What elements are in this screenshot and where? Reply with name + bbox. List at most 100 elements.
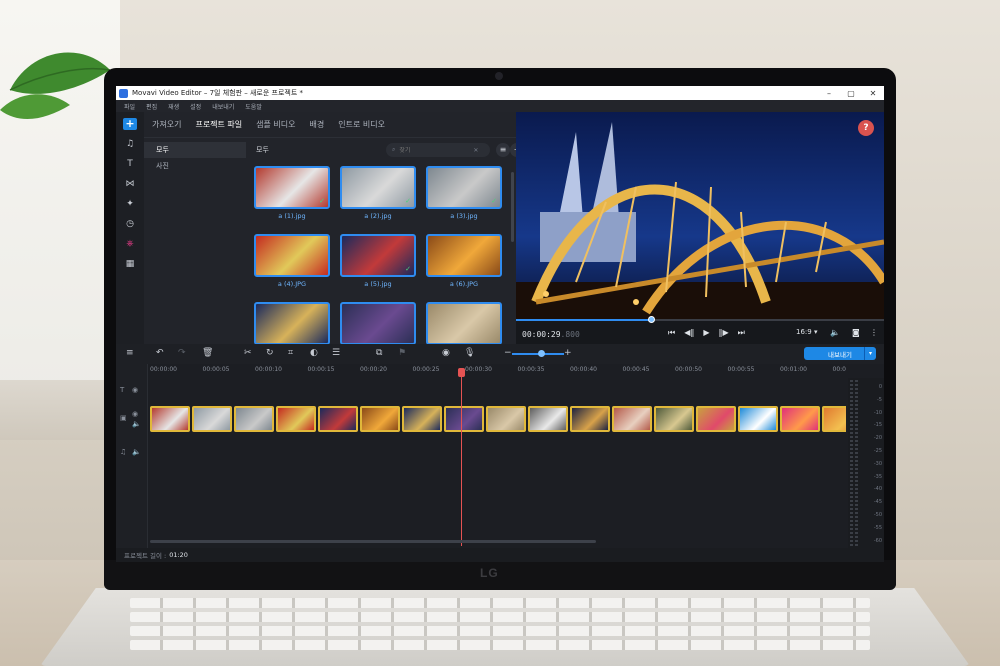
video-clip[interactable] [570, 406, 610, 432]
play-icon[interactable]: ▶ [703, 328, 709, 338]
video-clip[interactable] [150, 406, 190, 432]
track-headers: T ◉ ▣ ◉ 🔈 ♫ 🔈 [116, 364, 148, 548]
zoom-in-icon[interactable]: + [564, 348, 572, 358]
timeline-scrollbar[interactable] [150, 540, 596, 543]
media-thumbnail[interactable]: a (6).JPG [426, 234, 502, 294]
ruler-tick-label: 00:00:35 [517, 366, 545, 373]
clear-search-icon[interactable]: ✕ [473, 147, 478, 154]
video-clip[interactable] [318, 406, 358, 432]
time-ruler[interactable]: 00:00:00 00:00:05 00:00:10 00:00:15 00:00:20… [150, 364, 850, 378]
menu-edit[interactable]: 편집 [146, 102, 157, 111]
media-thumbnail[interactable]: ✓ a (3).jpg [426, 166, 502, 226]
delete-icon[interactable]: 🗑 [202, 348, 213, 358]
video-clip[interactable] [276, 406, 316, 432]
step-back-icon[interactable]: ◀‖ [684, 328, 694, 338]
video-track-mute-icon[interactable]: 🔈 [132, 420, 141, 428]
video-clip[interactable] [654, 406, 694, 432]
track-settings-icon[interactable]: ≡ [126, 348, 134, 358]
playhead[interactable] [458, 368, 465, 546]
skip-back-icon[interactable]: ⏮ [668, 328, 675, 338]
meter-bar-left [850, 380, 853, 546]
tab-backgrounds[interactable]: 배경 [310, 119, 325, 130]
media-thumbnail[interactable]: a (4).JPG [254, 234, 330, 294]
clip-properties-icon[interactable]: ☰ [332, 348, 340, 358]
thumbnail-label: a (6).JPG [449, 280, 479, 288]
menu-help[interactable]: 도움말 [245, 102, 262, 111]
more-options-icon[interactable]: ⋮ [870, 328, 878, 337]
video-track-visibility-icon[interactable]: ◉ [132, 410, 138, 418]
redo-icon[interactable]: ↷ [178, 348, 186, 358]
menu-export[interactable]: 내보내기 [212, 102, 234, 111]
video-clip[interactable] [234, 406, 274, 432]
export-button[interactable]: 내보내기 ▾ [804, 347, 876, 360]
video-clip[interactable] [444, 406, 484, 432]
skip-forward-icon[interactable]: ⏭ [738, 328, 745, 338]
media-thumbnail[interactable]: ✓ a (5).jpg [340, 234, 416, 294]
more-tools-icon[interactable]: ▦ [123, 258, 137, 270]
split-icon[interactable]: ✂ [244, 348, 252, 358]
close-button[interactable]: ✕ [862, 89, 884, 98]
undo-icon[interactable]: ↶ [156, 348, 164, 358]
zoom-handle[interactable] [537, 350, 545, 357]
zoom-slider[interactable] [512, 350, 564, 357]
ruler-tick-label: 00:0 [832, 366, 846, 373]
color-adjust-icon[interactable]: ◐ [310, 348, 318, 358]
crop-icon[interactable]: ⌗ [288, 348, 293, 358]
video-clip[interactable] [192, 406, 232, 432]
minimize-button[interactable]: – [818, 89, 840, 98]
menu-file[interactable]: 파일 [124, 102, 135, 111]
audio-track-mute-icon[interactable]: 🔈 [132, 448, 141, 456]
video-clip[interactable] [738, 406, 778, 432]
video-clip[interactable] [360, 406, 400, 432]
snapshot-icon[interactable]: ◙ [852, 328, 860, 337]
search-input[interactable] [399, 146, 470, 154]
title-track-visibility-icon[interactable]: ◉ [132, 386, 138, 394]
category-photos[interactable]: 사진 [144, 158, 246, 174]
volume-icon[interactable]: 🔈 [830, 328, 840, 337]
record-video-icon[interactable]: ◉ [442, 348, 450, 358]
transitions-icon[interactable]: ⋈ [123, 178, 137, 190]
step-forward-icon[interactable]: ‖▶ [719, 328, 729, 338]
aspect-ratio-select[interactable]: 16:9 ▾ [796, 328, 817, 336]
category-all[interactable]: 모두 [144, 142, 246, 158]
video-clip[interactable] [696, 406, 736, 432]
tab-project-files[interactable]: 프로젝트 파일 [195, 119, 242, 130]
playhead-handle[interactable] [458, 368, 465, 377]
ai-tools-icon[interactable]: ⎈ [123, 238, 137, 250]
marker-icon[interactable]: ⚑ [398, 348, 406, 358]
video-clip[interactable] [402, 406, 442, 432]
overlay-icon[interactable]: ⧉ [376, 348, 382, 358]
export-options-icon[interactable]: ▾ [864, 347, 876, 360]
video-clip[interactable] [612, 406, 652, 432]
help-button[interactable]: ? [858, 120, 874, 136]
preview-video[interactable]: ? [516, 112, 884, 320]
media-scrollbar[interactable] [511, 172, 514, 242]
menu-playback[interactable]: 재생 [168, 102, 179, 111]
media-thumbnail[interactable]: ✓ a (2).jpg [340, 166, 416, 226]
music-icon[interactable]: ♫ [123, 138, 137, 150]
ruler-tick-label: 00:00:50 [675, 366, 702, 373]
titles-icon[interactable]: T [123, 158, 137, 170]
video-clip[interactable] [528, 406, 568, 432]
zoom-out-icon[interactable]: − [504, 348, 512, 358]
menu-settings[interactable]: 설정 [190, 102, 201, 111]
playback-progress[interactable] [516, 316, 884, 323]
progress-handle[interactable] [648, 316, 656, 323]
sort-button[interactable]: ≡ [496, 143, 510, 157]
add-media-button[interactable]: + [123, 118, 137, 130]
maximize-button[interactable]: ▢ [840, 89, 862, 98]
video-clip[interactable] [822, 406, 846, 432]
media-thumbnail[interactable]: ✓ a (1).jpg [254, 166, 330, 226]
rotate-icon[interactable]: ↻ [266, 348, 274, 358]
filters-icon[interactable]: ✦ [123, 198, 137, 210]
tab-sample-videos[interactable]: 샘플 비디오 [256, 119, 295, 130]
tab-import[interactable]: 가져오기 [152, 119, 181, 130]
tab-intro-videos[interactable]: 인트로 비디오 [338, 119, 385, 130]
search-box[interactable]: ⌕ ✕ [386, 143, 490, 157]
record-audio-icon[interactable]: 🎙 [464, 348, 475, 358]
video-clip[interactable] [780, 406, 820, 432]
stickers-icon[interactable]: ◷ [123, 218, 137, 230]
video-clip[interactable] [486, 406, 526, 432]
transport-controls: ⏮ ◀‖ ▶ ‖▶ ⏭ [668, 328, 745, 338]
grid-header: 모두 ⌕ ✕ ≡ [248, 142, 510, 158]
